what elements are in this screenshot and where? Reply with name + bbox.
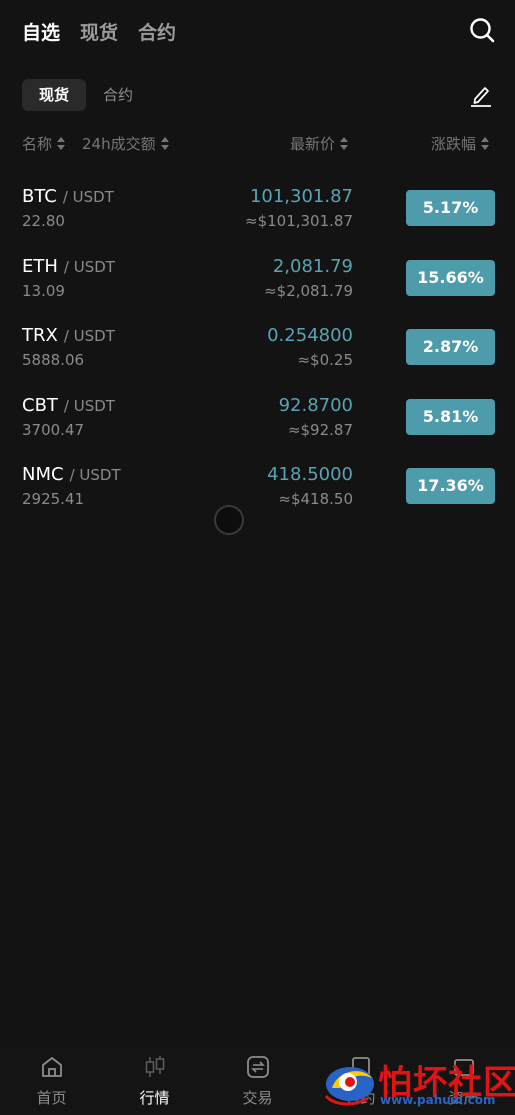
sort-icon (340, 137, 349, 150)
home-icon (41, 1057, 62, 1077)
change-badge[interactable]: 15.66% (406, 259, 495, 296)
search-button[interactable] (467, 15, 497, 45)
trade-icon (246, 1056, 269, 1078)
last-price: 2,081.79 (272, 255, 353, 277)
search-icon (470, 18, 495, 43)
sort-by-name[interactable]: 名称 (22, 133, 66, 154)
fiat-price: ≈$0.25 (297, 351, 353, 369)
fiat-price: ≈$92.87 (287, 420, 353, 439)
nav-trade[interactable]: 交易 (206, 1045, 309, 1115)
pair-name: BTC / USDT (22, 186, 114, 207)
column-price-label: 最新价 (290, 135, 336, 153)
last-price: 418.5000 (267, 464, 353, 485)
change-badge[interactable]: 2.87% (406, 329, 495, 365)
sort-icon (57, 137, 66, 150)
base-symbol: NMC (22, 464, 64, 485)
tab-favorites[interactable]: 自选 (22, 18, 60, 45)
column-change-label: 涨跌幅 (431, 135, 477, 153)
subtab-contract[interactable]: 合约 (86, 79, 150, 111)
change-badge[interactable]: 5.17% (406, 190, 495, 226)
quote-symbol: / USDT (63, 396, 115, 415)
sub-tabs: 现货 合约 (22, 79, 150, 111)
market-row-nmc[interactable]: NMC / USDT 2925.41 418.5000 ≈$418.50 17.… (0, 450, 515, 520)
quote-symbol: / USDT (63, 327, 115, 345)
column-volume-label: 24h成交额 (82, 135, 156, 153)
watermark: 怕坏社区 www.pahuai.com (318, 1052, 515, 1112)
volume-value: 13.09 (22, 281, 65, 300)
pair-name: CBT / USDT (22, 395, 115, 416)
sort-icon (481, 137, 490, 150)
market-row-btc[interactable]: BTC / USDT 22.80 101,301.87 ≈$101,301.87… (0, 172, 515, 242)
fiat-price: ≈$101,301.87 (245, 212, 353, 230)
volume-value: 2925.41 (22, 490, 85, 508)
last-price: 101,301.87 (249, 186, 353, 207)
fiat-price: ≈$418.50 (278, 490, 353, 508)
quote-symbol: / USDT (69, 466, 121, 484)
loading-spinner (214, 505, 244, 535)
top-tabs: 自选 现货 合约 (22, 18, 176, 45)
edit-icon (471, 87, 491, 107)
quote-symbol: / USDT (63, 257, 115, 276)
nav-market[interactable]: 行情 (103, 1045, 206, 1115)
pair-name: ETH / USDT (22, 256, 115, 277)
nav-home[interactable]: 首页 (0, 1045, 103, 1115)
subtab-spot[interactable]: 现货 (22, 79, 87, 111)
sort-by-volume[interactable]: 24h成交额 (82, 133, 169, 154)
watermark-logo-icon (324, 1067, 374, 1106)
fiat-price: ≈$2,081.79 (264, 281, 353, 300)
market-icon (145, 1056, 164, 1077)
market-row-trx[interactable]: TRX / USDT 5888.06 0.254800 ≈$0.25 2.87% (0, 311, 515, 381)
last-price: 92.8700 (278, 394, 353, 416)
base-symbol: CBT (22, 394, 58, 416)
nav-home-label: 首页 (36, 1089, 67, 1107)
market-screen: 自选 现货 合约 现货 合约 名称 24h成交额 最新价 涨跌幅 BTC / U… (0, 0, 515, 1115)
market-row-eth[interactable]: ETH / USDT 13.09 2,081.79 ≈$2,081.79 15.… (0, 242, 515, 312)
sort-icon (160, 137, 169, 150)
quote-symbol: / USDT (62, 188, 114, 206)
sort-by-price[interactable]: 最新价 (290, 133, 349, 154)
nav-trade-label: 交易 (242, 1089, 273, 1107)
last-price: 0.254800 (267, 325, 353, 346)
market-list: BTC / USDT 22.80 101,301.87 ≈$101,301.87… (0, 172, 515, 520)
column-name-label: 名称 (22, 135, 53, 153)
change-badge[interactable]: 5.81% (406, 398, 495, 435)
pair-name: TRX / USDT (22, 325, 115, 346)
base-symbol: BTC (22, 186, 57, 207)
volume-value: 22.80 (22, 212, 65, 230)
nav-market-label: 行情 (139, 1089, 170, 1107)
tab-contract[interactable]: 合约 (138, 18, 176, 45)
tab-spot[interactable]: 现货 (80, 18, 118, 45)
watermark-url: www.pahuai.com (380, 1093, 496, 1107)
change-badge[interactable]: 17.36% (406, 468, 495, 504)
pair-name: NMC / USDT (22, 464, 121, 485)
edit-button[interactable] (469, 82, 493, 108)
sort-by-change[interactable]: 涨跌幅 (431, 133, 490, 154)
market-row-cbt[interactable]: CBT / USDT 3700.47 92.8700 ≈$92.87 5.81% (0, 381, 515, 451)
base-symbol: ETH (22, 255, 58, 277)
volume-value: 5888.06 (22, 351, 85, 369)
base-symbol: TRX (22, 325, 58, 346)
volume-value: 3700.47 (22, 420, 85, 439)
